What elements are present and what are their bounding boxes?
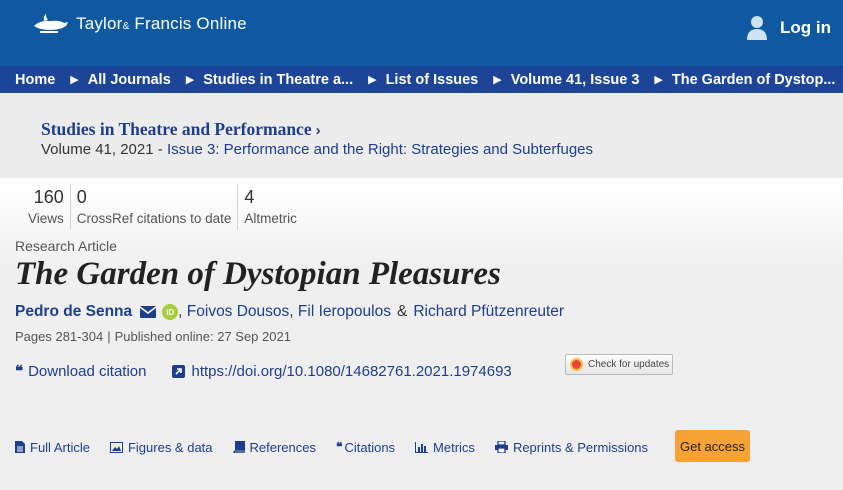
- page-range: Pages 281-304: [15, 329, 104, 344]
- printer-icon: [494, 441, 508, 453]
- tab-label: Full Article: [30, 439, 90, 455]
- login-button[interactable]: Log in: [746, 15, 831, 41]
- issue-link[interactable]: Issue 3: Performance and the Right: Stra…: [167, 141, 593, 158]
- journal-header: Studies in Theatre and Performance › Volu…: [0, 93, 843, 178]
- tab-metrics[interactable]: Metrics: [415, 440, 475, 455]
- breadcrumb-home[interactable]: Home: [15, 72, 55, 88]
- tab-reprints-permissions[interactable]: Reprints & Permissions: [494, 439, 649, 455]
- check-updates-label: Check for updates: [588, 359, 670, 370]
- author-link[interactable]: Pedro de Senna: [15, 303, 132, 321]
- crossref-label: CrossRef citations to date: [76, 211, 232, 226]
- tab-full-article[interactable]: Full Article: [15, 440, 90, 455]
- tab-label: Reprints & Permissions: [512, 439, 649, 455]
- brand-name: Taylor& Francis Online: [76, 14, 247, 34]
- chevron-right-icon: ▶: [368, 74, 377, 86]
- brand-rest: Francis Online: [134, 14, 247, 33]
- author-link[interactable]: Richard Pfützenreuter: [413, 303, 564, 321]
- doi-link[interactable]: https://doi.org/10.1080/14682761.2021.19…: [172, 362, 512, 380]
- crossref-count: 0: [76, 187, 87, 207]
- brand-amp: &: [122, 21, 130, 32]
- image-icon: [109, 441, 123, 453]
- tab-figures-data[interactable]: Figures & data: [109, 439, 213, 455]
- article-title: The Garden of Dystopian Pleasures: [15, 256, 501, 292]
- book-icon: [232, 441, 245, 453]
- tab-label: Metrics: [433, 439, 475, 455]
- metric-views: 160 Views: [22, 184, 70, 230]
- issue-dash: -: [153, 141, 167, 158]
- document-icon: [15, 441, 25, 453]
- tab-references[interactable]: References: [232, 439, 316, 455]
- views-count: 160: [33, 187, 64, 207]
- article-type: Research Article: [15, 238, 117, 254]
- chevron-right-icon: ▶: [70, 74, 79, 86]
- brand-logo[interactable]: Taylor& Francis Online: [30, 12, 247, 36]
- breadcrumb-list-of-issues[interactable]: List of Issues: [386, 72, 479, 88]
- metric-crossref: 0 CrossRef citations to date: [69, 184, 238, 230]
- published-date: Published online: 27 Sep 2021: [114, 329, 291, 344]
- chevron-right-icon: ▶: [654, 74, 663, 86]
- brand-taylor: Taylor: [76, 14, 123, 33]
- download-citation-label: Download citation: [28, 362, 147, 380]
- check-for-updates-button[interactable]: Check for updates: [565, 354, 673, 375]
- envelope-icon[interactable]: [140, 306, 157, 318]
- user-icon: [747, 16, 768, 40]
- chevron-right-icon: ▶: [185, 74, 195, 86]
- breadcrumb: Home ▶ All Journals ▶ Studies in Theatre…: [0, 66, 843, 93]
- author-link[interactable]: Fil Ieropoulos: [298, 303, 391, 321]
- article-metrics: 160 Views 0 CrossRef citations to date 4…: [22, 184, 303, 230]
- orcid-icon[interactable]: iD: [162, 304, 179, 320]
- tab-label: Citations: [344, 439, 396, 455]
- info-divider: |: [107, 329, 111, 344]
- tab-label: References: [249, 439, 316, 455]
- author-list: Pedro de Senna iD , Foivos Dousos , Fil …: [15, 303, 564, 321]
- article-tabs: Full Article Figures & data References ❝…: [15, 431, 668, 463]
- metric-altmetric[interactable]: 4 Altmetric: [237, 184, 303, 230]
- get-access-button[interactable]: Get access: [675, 430, 750, 462]
- altmetric-score: 4: [244, 187, 255, 207]
- publication-info: Pages 281-304 | Published online: 27 Sep 2…: [15, 329, 291, 344]
- citation-row: ❝ Download citation https://doi.org/10.1…: [15, 362, 512, 380]
- author-ampersand: &: [396, 303, 408, 320]
- top-bar: Taylor& Francis Online Log in: [0, 0, 843, 66]
- download-citation-link[interactable]: ❝ Download citation: [15, 362, 146, 380]
- crossmark-icon: [570, 358, 583, 371]
- login-label: Log in: [780, 18, 831, 37]
- journal-title: Studies in Theatre and Performance: [41, 119, 312, 139]
- tab-citations[interactable]: ❝ Citations: [336, 440, 395, 455]
- quote-icon: ❝: [15, 362, 23, 380]
- breadcrumb-current-article: The Garden of Dystop...: [671, 71, 836, 88]
- breadcrumb-issue[interactable]: Volume 41, Issue 3: [511, 72, 640, 88]
- chevron-right-icon: ▶: [493, 74, 502, 86]
- bar-chart-icon: [415, 441, 429, 453]
- external-link-icon: [172, 364, 186, 378]
- chevron-right-icon: ›: [315, 122, 321, 139]
- views-label: Views: [28, 211, 64, 226]
- issue-line: Volume 41, 2021 - Issue 3: Performance a…: [41, 141, 593, 158]
- volume-year: Volume 41, 2021: [41, 141, 154, 158]
- author-separator: ,: [178, 303, 183, 320]
- tab-label: Figures & data: [127, 439, 213, 455]
- quote-icon: ❝: [336, 440, 343, 454]
- author-link[interactable]: Foivos Dousos: [187, 303, 290, 321]
- breadcrumb-all-journals[interactable]: All Journals: [88, 72, 171, 88]
- altmetric-label: Altmetric: [244, 211, 297, 226]
- lamp-logo-icon: [34, 14, 68, 33]
- author-separator: ,: [289, 303, 294, 320]
- journal-title-link[interactable]: Studies in Theatre and Performance ›: [41, 119, 321, 140]
- doi-url: https://doi.org/10.1080/14682761.2021.19…: [191, 362, 512, 380]
- breadcrumb-journal[interactable]: Studies in Theatre a...: [203, 72, 353, 88]
